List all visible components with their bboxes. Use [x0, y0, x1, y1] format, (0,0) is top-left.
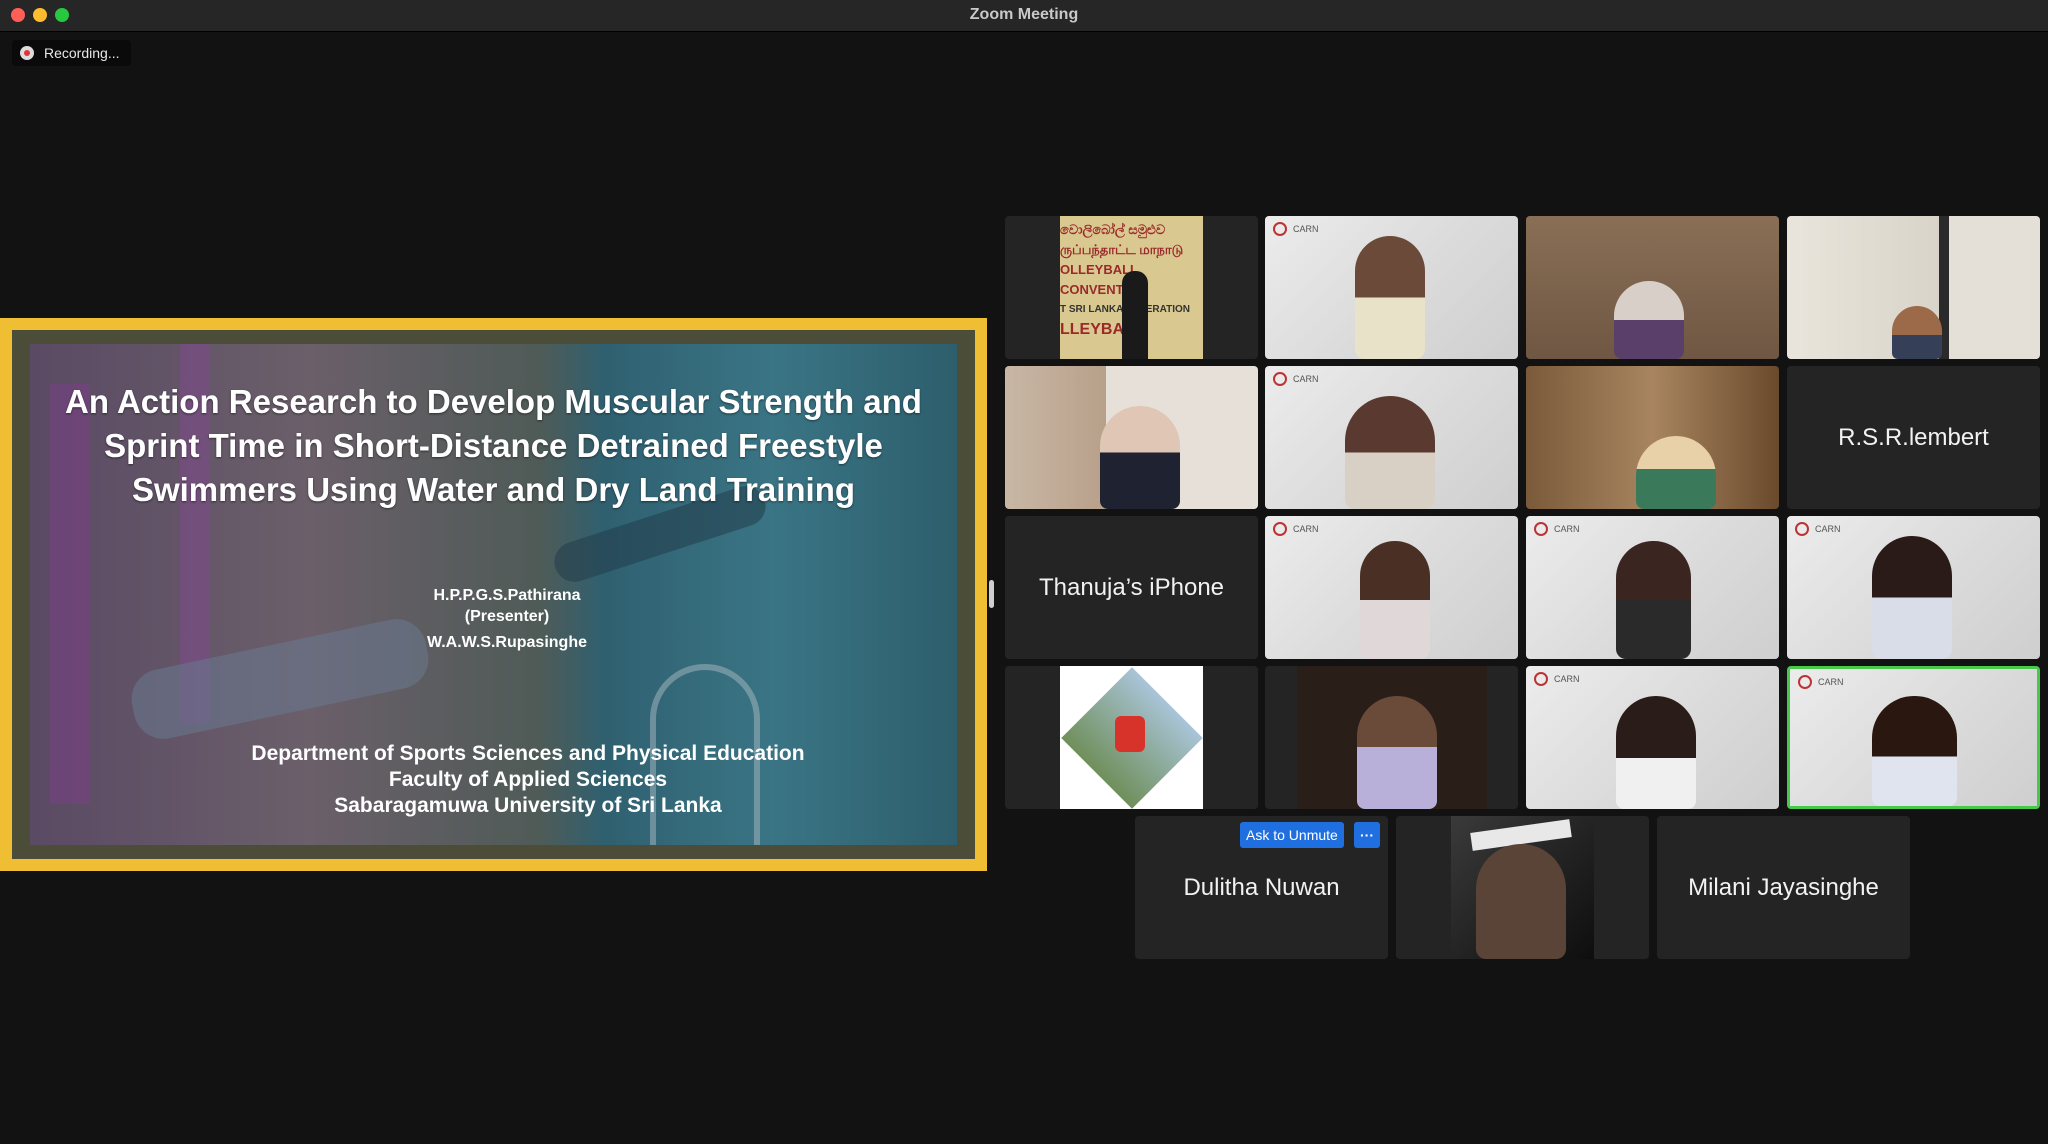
carn-logo-text: CARN — [1818, 677, 1844, 687]
university-seal-icon — [1273, 522, 1287, 536]
carn-logo-text: CARN — [1554, 524, 1580, 534]
person-silhouette — [1345, 396, 1435, 509]
carn-logo: CARN — [1273, 372, 1319, 386]
person-silhouette — [1872, 696, 1957, 806]
slide-affiliation-line: Sabaragamuwa University of Sri Lanka — [334, 794, 722, 817]
carn-logo-text: CARN — [1293, 524, 1319, 534]
participant-tile[interactable] — [1005, 666, 1258, 809]
participant-video — [1297, 666, 1487, 809]
university-seal-icon — [1534, 672, 1548, 686]
carn-logo-text: CARN — [1293, 224, 1319, 234]
carn-logo: CARN — [1534, 672, 1580, 686]
university-seal-icon — [1795, 522, 1809, 536]
person-silhouette — [1872, 536, 1952, 659]
university-seal-icon — [1798, 675, 1812, 689]
participant-tile[interactable]: CARN — [1265, 216, 1518, 359]
ask-to-unmute-button[interactable]: Ask to Unmute — [1240, 822, 1344, 848]
recording-label: Recording... — [44, 45, 120, 61]
banner-line: ருப்பந்தாட்ட மாநாடு — [1060, 242, 1184, 257]
participant-name: R.S.R.lembert — [1838, 423, 1989, 451]
person-silhouette — [1616, 541, 1691, 659]
person-silhouette — [1115, 716, 1145, 752]
person-silhouette — [1892, 306, 1942, 359]
participant-tile[interactable] — [1787, 216, 2040, 359]
shared-screen-content: An Action Research to Develop Muscular S… — [12, 330, 975, 859]
slide-title-line: An Action Research to Develop Muscular S… — [65, 383, 922, 420]
person-silhouette — [1616, 696, 1696, 809]
carn-logo: CARN — [1798, 675, 1844, 689]
carn-logo-text: CARN — [1293, 374, 1319, 384]
slide-affiliation-line: Department of Sports Sciences and Physic… — [251, 742, 805, 765]
more-options-button[interactable]: ··· — [1354, 822, 1380, 848]
carn-logo: CARN — [1273, 222, 1319, 236]
university-seal-icon — [1534, 522, 1548, 536]
participant-tile[interactable] — [1265, 666, 1518, 809]
participant-tile[interactable] — [1005, 366, 1258, 509]
carn-logo-text: CARN — [1815, 524, 1841, 534]
participant-tile[interactable]: R.S.R.lembert — [1787, 366, 2040, 509]
record-icon — [20, 46, 34, 60]
participant-tile[interactable]: CARN — [1526, 516, 1779, 659]
participant-name: Thanuja’s iPhone — [1038, 573, 1225, 601]
participant-avatar — [1060, 666, 1203, 809]
participant-video: වොලිබෝල් සමුළුව ருப்பந்தாட்ட மாநாடு OLLE… — [1060, 216, 1203, 359]
person-silhouette — [1122, 271, 1148, 359]
carn-logo: CARN — [1273, 522, 1319, 536]
participant-name: Dulitha Nuwan — [1183, 873, 1340, 901]
participant-tile[interactable] — [1396, 816, 1649, 959]
carn-logo: CARN — [1534, 522, 1580, 536]
presentation-slide: An Action Research to Develop Muscular S… — [30, 344, 957, 845]
participant-name: Milani Jayasinghe — [1688, 873, 1879, 901]
participant-tile[interactable] — [1526, 216, 1779, 359]
carn-logo: CARN — [1795, 522, 1841, 536]
person-silhouette — [1100, 406, 1180, 509]
person-silhouette — [1355, 236, 1425, 359]
participant-tile[interactable]: Thanuja’s iPhone — [1005, 516, 1258, 659]
active-speaker-tile[interactable]: CARN — [1787, 666, 2040, 809]
presenter-name: H.P.P.G.S.Pathirana — [433, 587, 581, 604]
coauthor-name: W.A.W.S.Rupasinghe — [426, 634, 587, 651]
slide-title: An Action Research to Develop Muscular S… — [30, 380, 957, 512]
person-silhouette — [1636, 436, 1716, 509]
person-silhouette — [1476, 844, 1566, 959]
participant-tile[interactable]: CARN — [1787, 516, 2040, 659]
participant-tile[interactable]: CARN — [1265, 366, 1518, 509]
recording-indicator[interactable]: Recording... — [12, 40, 132, 66]
participant-avatar — [1451, 816, 1594, 959]
person-silhouette — [1614, 281, 1684, 359]
person-silhouette — [1357, 696, 1437, 809]
slide-title-line: Swimmers Using Water and Dry Land Traini… — [131, 471, 856, 508]
person-silhouette — [1360, 541, 1430, 659]
university-seal-icon — [1273, 222, 1287, 236]
window-title: Zoom Meeting — [969, 6, 1079, 23]
participant-tile[interactable] — [1526, 366, 1779, 509]
split-view-handle[interactable] — [989, 580, 994, 608]
participant-tile[interactable]: CARN — [1526, 666, 1779, 809]
participant-tile[interactable]: වොලිබෝල් සමුළුව ருப்பந்தாட்ட மாநாடு OLLE… — [1005, 216, 1258, 359]
window-titlebar: Zoom Meeting — [0, 0, 2048, 32]
slide-title-line: Sprint Time in Short-Distance Detrained … — [104, 427, 883, 464]
slide-affiliation-line: Faculty of Applied Sciences — [388, 768, 668, 791]
presenter-role: (Presenter) — [464, 608, 550, 625]
participant-tile[interactable]: CARN — [1265, 516, 1518, 659]
carn-logo-text: CARN — [1554, 674, 1580, 684]
university-seal-icon — [1273, 372, 1287, 386]
banner-line: වොලිබෝල් සමුළුව — [1060, 222, 1166, 237]
shared-screen[interactable]: An Action Research to Develop Muscular S… — [0, 318, 987, 871]
participant-tile[interactable]: Milani Jayasinghe — [1657, 816, 1910, 959]
